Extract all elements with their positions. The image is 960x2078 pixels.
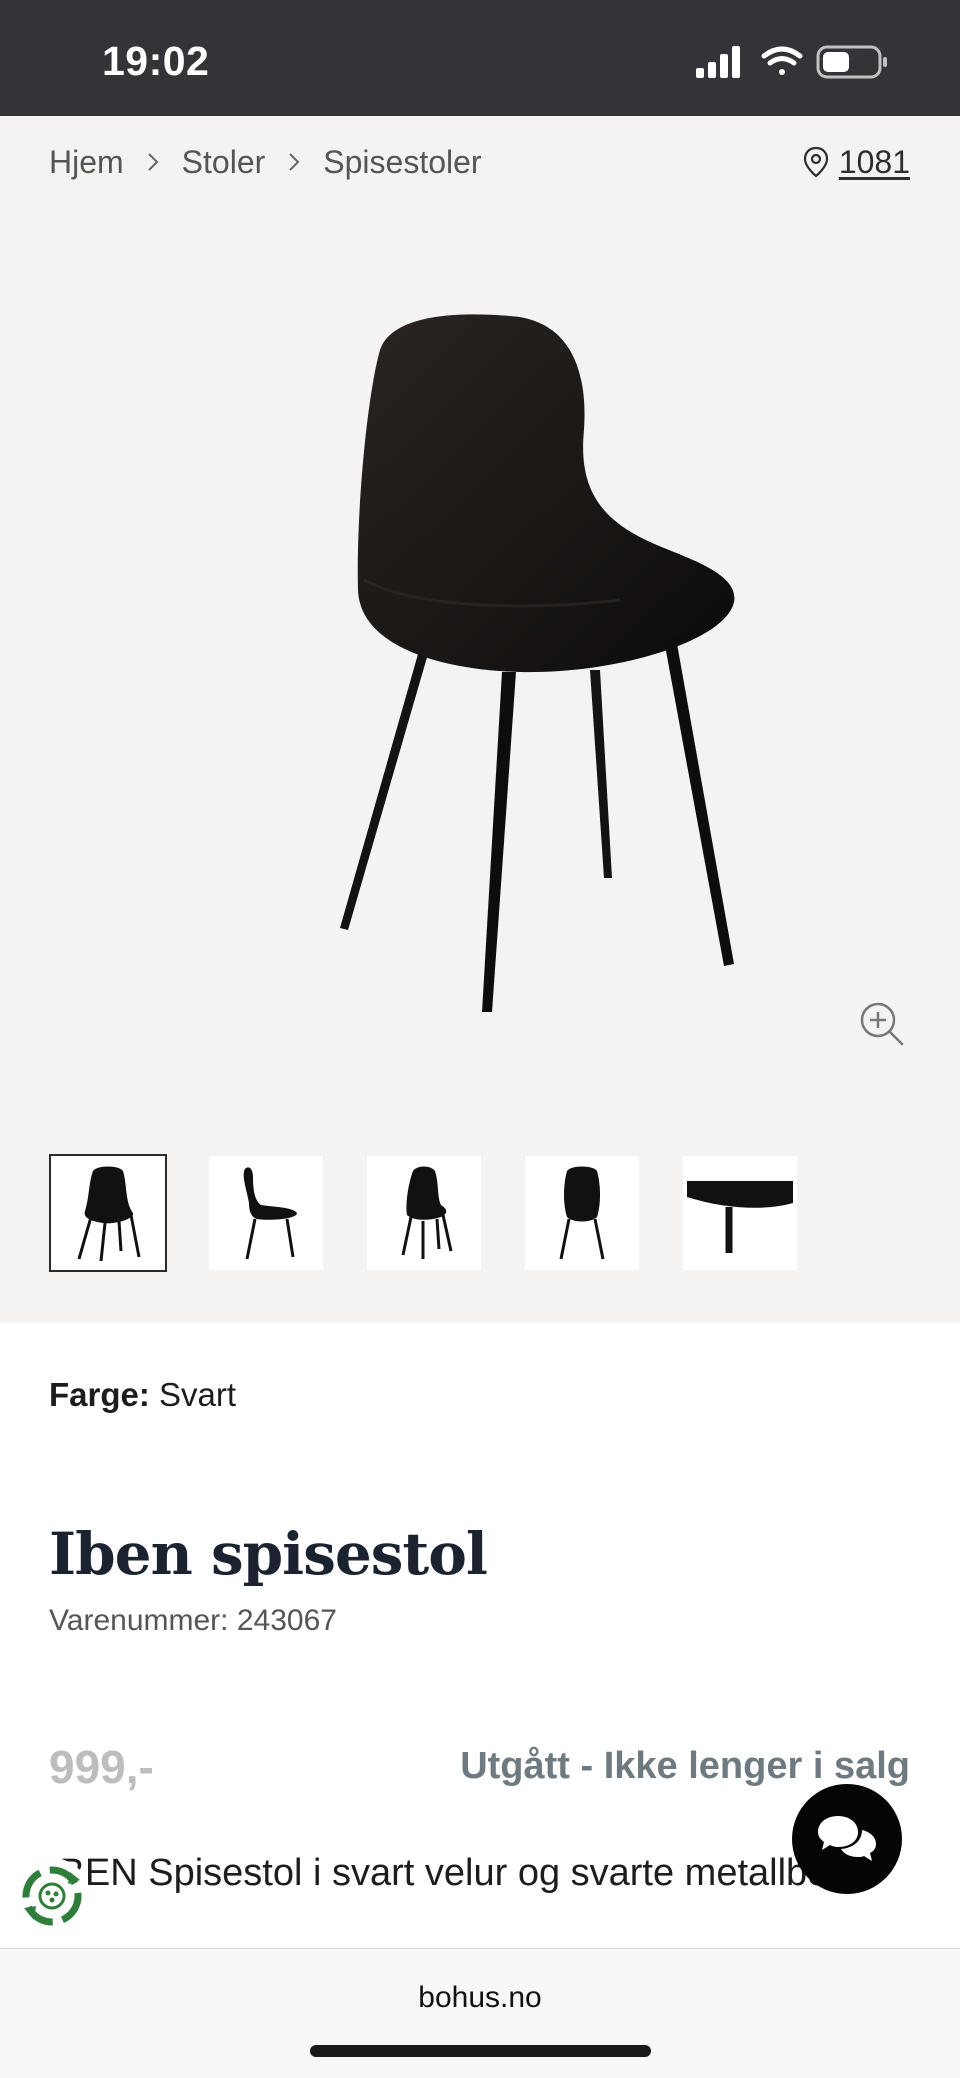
- store-code: 1081: [838, 143, 910, 180]
- browser-url-bar[interactable]: bohus.no: [0, 1948, 960, 2078]
- status-bar: 19:02: [0, 0, 960, 116]
- chat-button[interactable]: [792, 1784, 902, 1894]
- thumbnail-1[interactable]: [49, 1154, 167, 1272]
- chair-angle-thumbnail: [401, 1166, 453, 1259]
- wifi-icon: [761, 46, 803, 75]
- status-time: 19:02: [102, 38, 210, 84]
- thumbnail-4[interactable]: [525, 1156, 639, 1270]
- color-value: Svart: [159, 1376, 237, 1413]
- status-icons: [696, 45, 887, 79]
- location-pin-icon: [803, 146, 828, 178]
- chair-detail-thumbnail: [687, 1181, 793, 1253]
- thumbnail-5[interactable]: [683, 1156, 797, 1270]
- color-selector: Farge: Svart: [49, 1376, 236, 1414]
- availability-status: Utgått - Ikke lenger i salg: [460, 1745, 910, 1787]
- battery-icon: [816, 45, 887, 79]
- chair-back-thumbnail: [559, 1166, 605, 1260]
- product-main-image[interactable]: [320, 310, 760, 1030]
- breadcrumb: Hjem Stoler Spisestoler: [49, 140, 482, 184]
- product-sku: Varenummer: 243067: [49, 1604, 337, 1637]
- zoom-in-icon[interactable]: [858, 1000, 906, 1048]
- chevron-right-icon: [265, 147, 323, 177]
- product-title: Iben spisestol: [49, 1520, 488, 1588]
- chevron-right-icon: [124, 147, 182, 177]
- eco-badge[interactable]: [14, 1858, 90, 1934]
- product-price: 999,-: [49, 1741, 154, 1793]
- breadcrumb-spisestoler[interactable]: Spisestoler: [323, 144, 481, 181]
- chair-side-thumbnail: [243, 1167, 297, 1260]
- chat-bubbles-icon: [818, 1816, 876, 1861]
- thumbnail-3[interactable]: [367, 1156, 481, 1270]
- color-label: Farge:: [49, 1376, 150, 1413]
- breadcrumb-home[interactable]: Hjem: [49, 144, 124, 181]
- store-selector[interactable]: 1081: [803, 140, 910, 184]
- breadcrumb-stoler[interactable]: Stoler: [182, 144, 266, 181]
- chair-front-thumbnail: [77, 1166, 141, 1262]
- home-indicator[interactable]: [310, 2045, 651, 2057]
- signal-icon: [696, 46, 740, 78]
- recycle-icon: [22, 1866, 82, 1926]
- thumbnail-2[interactable]: [209, 1156, 323, 1270]
- url-text: bohus.no: [418, 1981, 542, 2014]
